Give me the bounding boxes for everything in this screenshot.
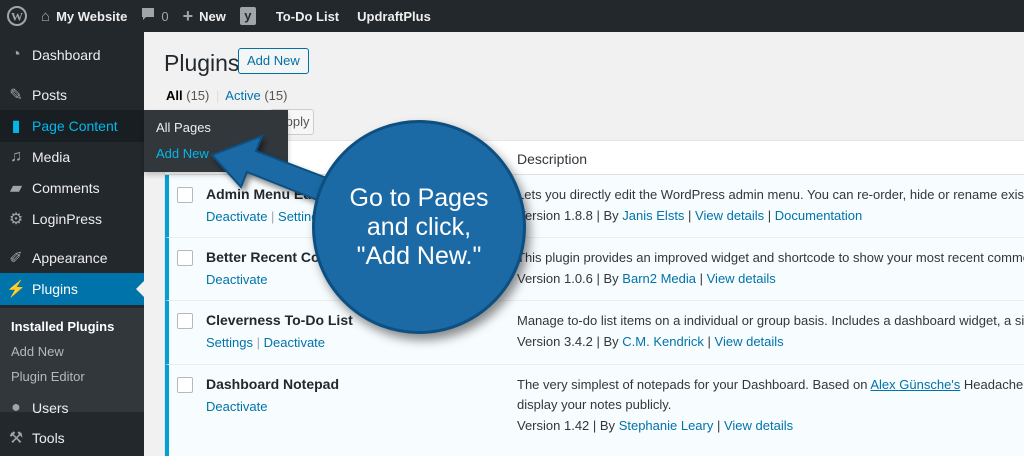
callout-line3: "Add New." [356,242,482,270]
callout-line2: and click, [366,213,472,241]
callout-line1: Go to Pages [349,184,489,212]
callout-text: Go to Pages and click, "Add New." [312,184,526,271]
